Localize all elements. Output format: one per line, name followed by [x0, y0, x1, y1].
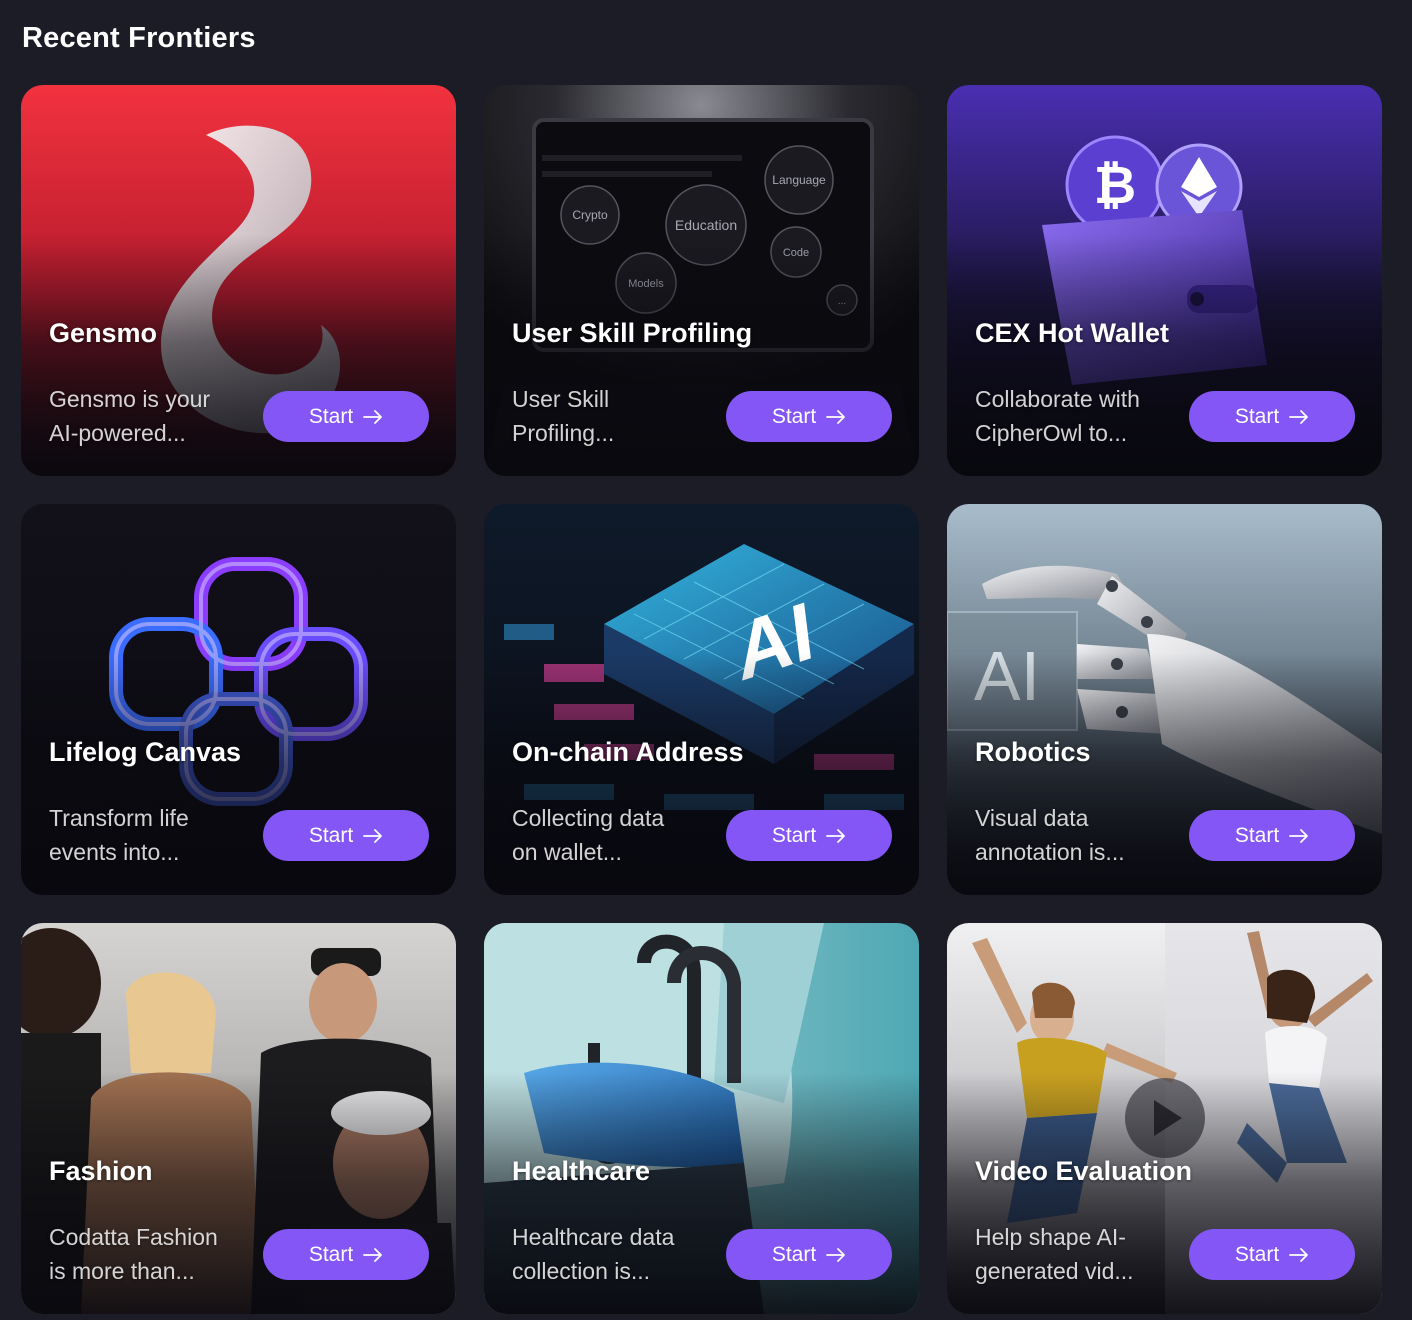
start-button[interactable]: Start: [726, 391, 892, 442]
start-button[interactable]: Start: [726, 810, 892, 861]
start-button-label: Start: [1234, 404, 1280, 428]
card-description: Collecting data on wallet...: [512, 801, 712, 869]
card-description: Visual data annotation is...: [975, 801, 1175, 869]
card-desc-line-2: Profiling...: [512, 420, 615, 446]
card-lifelog-canvas[interactable]: Lifelog Canvas Transform life events int…: [21, 504, 456, 895]
card-desc-line-1: Collecting data: [512, 805, 665, 831]
card-robotics[interactable]: AI Robotics Visual data annotation is...: [947, 504, 1382, 895]
card-gensmo[interactable]: Gensmo Gensmo is your AI-powered... Star…: [21, 85, 456, 476]
start-button-label: Start: [308, 823, 354, 847]
card-title: Lifelog Canvas: [49, 737, 242, 767]
start-button-label: Start: [1234, 823, 1280, 847]
card-title: CEX Hot Wallet: [975, 318, 1170, 348]
card-desc-line-1: Transform life: [49, 805, 189, 831]
card-desc-line-1: Codatta Fashion: [49, 1224, 218, 1250]
card-desc-line-2: on wallet...: [512, 839, 622, 865]
card-desc-line-1: Gensmo is your: [49, 386, 211, 412]
bubble-language: Language: [772, 173, 826, 187]
card-desc-line-2: annotation is...: [975, 839, 1125, 865]
card-description: Collaborate with CipherOwl to...: [975, 382, 1175, 450]
card-desc-line-2: events into...: [49, 839, 180, 865]
start-button-label: Start: [771, 1242, 817, 1266]
arrow-right-icon: [826, 828, 846, 843]
card-description: Healthcare data collection is...: [512, 1220, 712, 1288]
card-desc-line-1: User Skill: [512, 386, 610, 412]
start-button-label: Start: [308, 1242, 354, 1266]
card-title: Fashion: [49, 1156, 153, 1186]
card-cex-hot-wallet[interactable]: ₿ CEX Hot Wallet Collaborate with Cipher…: [947, 85, 1382, 476]
start-button[interactable]: Start: [263, 1229, 429, 1280]
card-on-chain-address[interactable]: AI On-chain Address Collecting data on w…: [484, 504, 919, 895]
frontier-grid: Gensmo Gensmo is your AI-powered... Star…: [21, 85, 1382, 1314]
start-button[interactable]: Start: [1189, 1229, 1355, 1280]
card-description: Transform life events into...: [49, 801, 249, 869]
bubble-education: Education: [675, 217, 737, 233]
card-healthcare[interactable]: Healthcare Healthcare data collection is…: [484, 923, 919, 1314]
section-title: Recent Frontiers: [22, 22, 256, 54]
start-button[interactable]: Start: [726, 1229, 892, 1280]
arrow-right-icon: [1289, 828, 1309, 843]
card-desc-line-1: Healthcare data: [512, 1224, 675, 1250]
bubble-code: Code: [783, 247, 809, 259]
bubble-crypto: Crypto: [572, 208, 608, 222]
card-desc-line-2: AI-powered...: [49, 420, 186, 446]
start-button-label: Start: [308, 404, 354, 428]
card-description: User Skill Profiling...: [512, 382, 712, 450]
bubble-models: Models: [628, 278, 664, 290]
arrow-right-icon: [1289, 409, 1309, 424]
card-title: Robotics: [975, 737, 1091, 767]
card-desc-line-2: CipherOwl to...: [975, 420, 1128, 446]
card-title: Video Evaluation: [975, 1156, 1193, 1186]
start-button[interactable]: Start: [1189, 810, 1355, 861]
start-button-label: Start: [771, 823, 817, 847]
card-description: Help shape AI- generated vid...: [975, 1220, 1175, 1288]
start-button[interactable]: Start: [1189, 391, 1355, 442]
arrow-right-icon: [826, 1247, 846, 1262]
card-fashion[interactable]: Fashion Codatta Fashion is more than... …: [21, 923, 456, 1314]
card-description: Codatta Fashion is more than...: [49, 1220, 249, 1288]
card-user-skill-profiling[interactable]: Crypto Education Language Models Code ..…: [484, 85, 919, 476]
recent-frontiers-page: Recent Frontiers Gensmo Gensmo is your A…: [0, 0, 1412, 1320]
card-description: Gensmo is your AI-powered...: [49, 382, 249, 450]
arrow-right-icon: [363, 409, 383, 424]
card-desc-line-1: Help shape AI-: [975, 1224, 1126, 1250]
card-desc-line-1: Collaborate with: [975, 386, 1140, 412]
card-desc-line-2: generated vid...: [975, 1258, 1134, 1284]
card-title: On-chain Address: [512, 737, 744, 767]
card-title: Gensmo: [49, 318, 158, 348]
chip-ai-text: AI: [974, 637, 1040, 715]
card-desc-line-2: is more than...: [49, 1258, 195, 1284]
card-desc-line-2: collection is...: [512, 1258, 651, 1284]
arrow-right-icon: [363, 828, 383, 843]
card-title: Healthcare: [512, 1156, 651, 1186]
start-button-label: Start: [1234, 1242, 1280, 1266]
card-video-evaluation[interactable]: Video Evaluation Help shape AI- generate…: [947, 923, 1382, 1314]
arrow-right-icon: [1289, 1247, 1309, 1262]
bubble-more: ...: [838, 296, 846, 307]
start-button[interactable]: Start: [263, 810, 429, 861]
start-button[interactable]: Start: [263, 391, 429, 442]
arrow-right-icon: [826, 409, 846, 424]
card-desc-line-1: Visual data: [975, 805, 1089, 831]
card-title: User Skill Profiling: [512, 318, 753, 348]
arrow-right-icon: [363, 1247, 383, 1262]
svg-text:₿: ₿: [1094, 157, 1136, 215]
start-button-label: Start: [771, 404, 817, 428]
